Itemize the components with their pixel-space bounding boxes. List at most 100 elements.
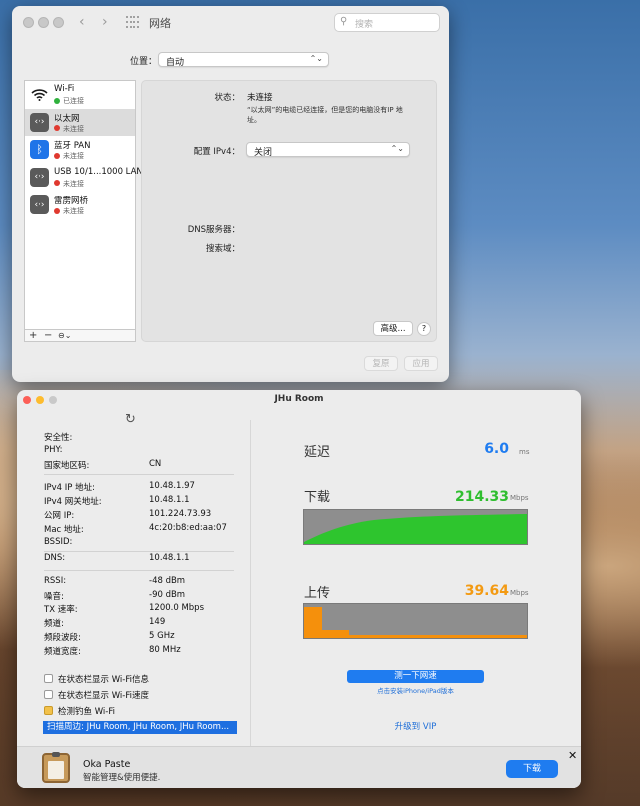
- back-icon[interactable]: ‹: [79, 14, 85, 30]
- upload-graph: [303, 603, 528, 639]
- search-placeholder: 搜索: [355, 20, 374, 30]
- upgrade-vip-link[interactable]: 升级到 VIP: [347, 720, 484, 732]
- info-value: 10.48.1.1: [149, 495, 190, 505]
- info-label: IPv4 IP 地址:: [44, 483, 95, 493]
- close-button[interactable]: [23, 17, 34, 28]
- info-label: IPv4 网关地址:: [44, 497, 102, 507]
- service-name: 雷雳网桥: [54, 196, 89, 206]
- info-label: DNS:: [44, 553, 66, 563]
- refresh-icon[interactable]: ↻: [125, 412, 136, 427]
- updown-chevron-icon: ⌃⌄: [309, 54, 323, 63]
- info-label: TX 速率:: [44, 605, 78, 615]
- service-list-toolbar: + − ⊖⌄: [24, 329, 136, 342]
- ipv4-config-popup[interactable]: 关闭 ⌃⌄: [246, 142, 410, 158]
- ipv4-config-label: 配置 IPv4：: [193, 147, 240, 157]
- ethernet-icon: ‹·›: [30, 112, 49, 132]
- option-show-wifi-speed[interactable]: 在状态栏显示 Wi-Fi速度: [44, 689, 149, 701]
- warning-icon: [44, 706, 53, 715]
- service-item-wifi[interactable]: Wi-Fi 已连接: [25, 81, 135, 109]
- service-item-thunderbolt-bridge[interactable]: ‹·› 雷雳网桥 未连接: [25, 191, 135, 219]
- status-dot-red: [54, 180, 60, 186]
- info-value: 101.224.73.93: [149, 509, 212, 519]
- info-value: 10.48.1.1: [149, 553, 190, 563]
- status-dot-red: [54, 125, 60, 131]
- info-label: Mac 地址:: [44, 525, 84, 535]
- scan-nearby-row[interactable]: 扫描周边: JHu Room, JHu Room, JHu Room...: [43, 721, 237, 734]
- info-label: 安全性:: [44, 433, 73, 443]
- minimize-button[interactable]: [38, 17, 49, 28]
- network-preferences-window: ‹ › 网络 ⚲ 搜索 位置： 自动 ⌃⌄ Wi-Fi 已连接 ‹·› 以太网 …: [12, 6, 449, 382]
- location-value: 自动: [166, 58, 185, 68]
- checkbox[interactable]: [44, 674, 53, 683]
- ethernet-icon: ‹·›: [30, 195, 49, 214]
- status-label: 状态：: [214, 93, 240, 103]
- info-value: 80 MHz: [149, 645, 181, 655]
- service-status: 未连接: [54, 179, 84, 189]
- ethernet-icon: ‹·›: [30, 167, 49, 187]
- checkbox[interactable]: [44, 690, 53, 699]
- help-button[interactable]: ?: [417, 322, 431, 336]
- ad-app-name: Oka Paste: [83, 759, 131, 770]
- ad-download-button[interactable]: 下载: [506, 760, 558, 778]
- latency-label: 延迟: [304, 445, 331, 460]
- bluetooth-icon: ᛒ: [30, 140, 49, 159]
- show-all-grid-icon[interactable]: [126, 16, 139, 29]
- info-value: -48 dBm: [149, 576, 186, 586]
- close-icon[interactable]: ✕: [568, 749, 577, 762]
- info-label: PHY:: [44, 445, 63, 455]
- option-show-wifi-info[interactable]: 在状态栏显示 Wi-Fi信息: [44, 673, 149, 685]
- divider: [44, 570, 234, 571]
- add-service-button[interactable]: +: [29, 330, 37, 341]
- service-item-ethernet[interactable]: ‹·› 以太网 未连接: [25, 108, 135, 136]
- service-name: USB 10/1...1000 LAN: [54, 166, 143, 177]
- option-detect-phishing-wifi[interactable]: 检测钓鱼 Wi-Fi: [44, 705, 115, 717]
- download-label: 下载: [304, 490, 331, 505]
- search-icon: ⚲: [340, 16, 348, 27]
- info-value: 4c:20:b8:ed:aa:07: [149, 523, 227, 533]
- window-title: JHu Room: [274, 394, 324, 404]
- divider: [250, 420, 251, 750]
- info-label: 公网 IP:: [44, 511, 75, 521]
- status-dot-green: [54, 97, 60, 104]
- location-label: 位置：: [130, 57, 158, 67]
- info-value: CN: [149, 459, 162, 469]
- info-label: 频段波段:: [44, 633, 81, 643]
- service-item-usb-lan[interactable]: ‹·› USB 10/1...1000 LAN 未连接: [25, 164, 143, 192]
- ad-app-description: 智能管理&使用便捷.: [83, 773, 161, 783]
- ad-banner: Oka Paste 智能管理&使用便捷. 下载 ✕: [17, 746, 581, 788]
- remove-service-button[interactable]: −: [44, 330, 52, 341]
- download-value: 214.33: [454, 489, 509, 505]
- upload-value: 39.64: [464, 583, 509, 599]
- jhu-room-window: JHu Room ↻ 安全性: PHY: 国家地区码: CN IPv4 IP 地…: [17, 390, 581, 788]
- service-list: Wi-Fi 已连接 ‹·› 以太网 未连接 ᛒ 蓝牙 PAN 未连接 ‹·› U…: [24, 80, 143, 330]
- titlebar: JHu Room: [17, 390, 581, 410]
- clipboard-app-icon: [42, 752, 70, 783]
- info-label: BSSID:: [44, 537, 73, 547]
- zoom-button[interactable]: [53, 17, 64, 28]
- revert-button[interactable]: 复原: [364, 356, 398, 371]
- download-unit: Mbps: [510, 494, 529, 502]
- service-item-bluetooth-pan[interactable]: ᛒ 蓝牙 PAN 未连接: [25, 136, 135, 164]
- info-label: 频道宽度:: [44, 647, 81, 657]
- latency-value: 6.0: [484, 441, 509, 457]
- forward-icon[interactable]: ›: [102, 14, 108, 30]
- ipv4-config-value: 关闭: [254, 148, 273, 158]
- info-value: 1200.0 Mbps: [149, 603, 204, 613]
- service-status: 未连接: [54, 124, 84, 134]
- service-status: 未连接: [54, 151, 84, 161]
- speed-test-button[interactable]: 测一下网速: [347, 670, 484, 683]
- service-name: Wi-Fi: [54, 84, 75, 94]
- info-label: 频道:: [44, 619, 64, 629]
- download-graph-area: [304, 514, 527, 544]
- divider: [44, 551, 234, 552]
- service-name: 以太网: [54, 113, 80, 124]
- location-popup[interactable]: 自动 ⌃⌄: [158, 52, 329, 68]
- service-status: 已连接: [54, 96, 84, 106]
- action-menu-button[interactable]: ⊖⌄: [58, 330, 71, 341]
- search-field[interactable]: ⚲ 搜索: [334, 13, 440, 32]
- advanced-button[interactable]: 高级...: [373, 321, 413, 336]
- apply-button[interactable]: 应用: [404, 356, 438, 371]
- download-graph: [303, 509, 528, 545]
- install-ios-link[interactable]: 点击安装iPhone/iPad版本: [347, 685, 484, 695]
- info-value: 149: [149, 617, 166, 627]
